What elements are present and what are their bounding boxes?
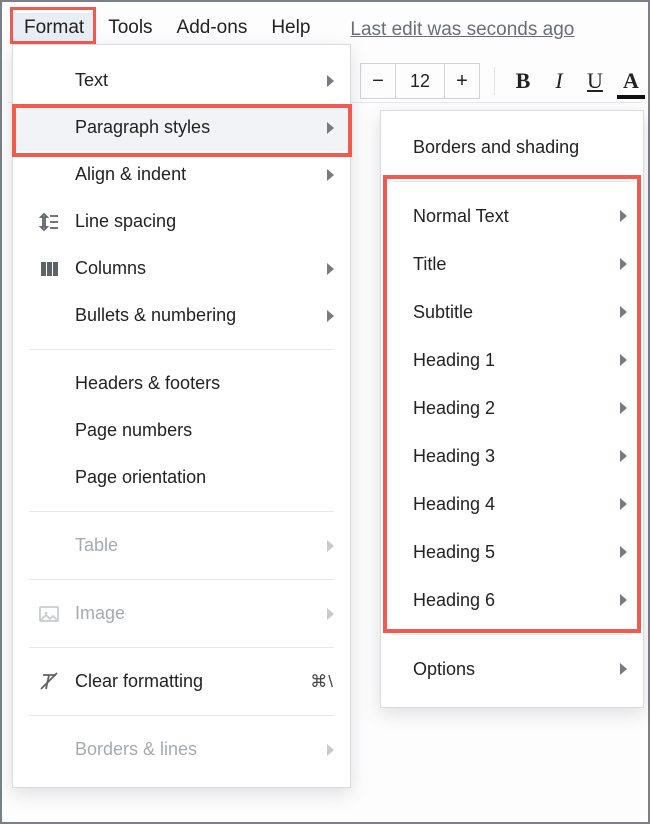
menu-item-table: Table [13,522,350,569]
menu-item-columns[interactable]: Columns [13,245,350,292]
submenu-item-heading-5[interactable]: Heading 5 [381,528,643,576]
submenu-item-label: Borders and shading [413,137,627,158]
chevron-right-icon [327,608,334,620]
chevron-right-icon [620,498,627,510]
chevron-right-icon [327,310,334,322]
menu-item-headers-footers[interactable]: Headers & footers [13,360,350,407]
menu-item-label: Table [75,535,327,556]
underline-button[interactable]: U [581,66,609,96]
menu-item-label: Text [75,70,327,91]
submenu-item-subtitle[interactable]: Subtitle [381,288,643,336]
bold-button[interactable]: B [509,66,537,96]
chevron-right-icon [327,744,334,756]
menu-item-paragraph-styles[interactable]: Paragraph styles [13,104,350,151]
menu-item-label: Page orientation [75,467,334,488]
chevron-right-icon [620,594,627,606]
chevron-right-icon [327,122,334,134]
columns-icon [37,257,61,281]
menu-separator [29,647,334,648]
menu-item-label: Paragraph styles [75,117,327,138]
menu-help[interactable]: Help [259,13,322,45]
menu-item-bullets-numbering[interactable]: Bullets & numbering [13,292,350,339]
menu-item-borders-lines: Borders & lines [13,726,350,773]
submenu-item-label: Title [413,254,620,275]
chevron-right-icon [620,354,627,366]
chevron-right-icon [327,263,334,275]
menu-item-text[interactable]: Text [13,57,350,104]
menu-item-shortcut: ⌘\ [310,672,334,692]
chevron-right-icon [327,169,334,181]
submenu-item-label: Heading 1 [413,350,620,371]
menu-separator [29,349,334,350]
chevron-right-icon [620,210,627,222]
font-size-spinner: − 12 + [360,63,480,99]
submenu-item-heading-3[interactable]: Heading 3 [381,432,643,480]
chevron-right-icon [620,402,627,414]
submenu-item-borders-shading[interactable]: Borders and shading [381,123,643,171]
submenu-item-label: Normal Text [413,206,620,227]
menu-item-label: Headers & footers [75,373,334,394]
submenu-item-heading-1[interactable]: Heading 1 [381,336,643,384]
menu-item-line-spacing[interactable]: Line spacing [13,198,350,245]
submenu-item-label: Subtitle [413,302,620,323]
submenu-item-heading-4[interactable]: Heading 4 [381,480,643,528]
italic-button[interactable]: I [545,66,573,96]
chevron-right-icon [620,306,627,318]
menu-separator [29,715,334,716]
menu-item-align-indent[interactable]: Align & indent [13,151,350,198]
menu-item-label: Columns [75,258,327,279]
paragraph-styles-submenu: Borders and shading Normal Text Title Su… [380,110,644,708]
menu-item-label: Page numbers [75,420,334,441]
line-spacing-icon [37,210,61,234]
menu-item-label: Align & indent [75,164,327,185]
chevron-right-icon [620,258,627,270]
menu-item-image: Image [13,590,350,637]
format-dropdown: Text Paragraph styles Align & indent Lin… [12,44,351,788]
menu-item-label: Clear formatting [75,671,310,692]
chevron-right-icon [327,75,334,87]
submenu-item-label: Options [413,659,620,680]
submenu-item-label: Heading 5 [413,542,620,563]
menu-item-page-orientation[interactable]: Page orientation [13,454,350,501]
menu-item-label: Image [75,603,327,624]
chevron-right-icon [620,663,627,675]
clear-formatting-icon [37,670,61,694]
submenu-item-label: Heading 2 [413,398,620,419]
submenu-item-options[interactable]: Options [381,645,643,693]
chevron-right-icon [620,450,627,462]
submenu-item-heading-6[interactable]: Heading 6 [381,576,643,624]
menu-separator [393,181,631,182]
submenu-item-label: Heading 6 [413,590,620,611]
submenu-item-normal-text[interactable]: Normal Text [381,192,643,240]
submenu-item-title[interactable]: Title [381,240,643,288]
chevron-right-icon [327,540,334,552]
last-edit-link[interactable]: Last edit was seconds ago [350,17,574,41]
submenu-item-label: Heading 4 [413,494,620,515]
menu-item-label: Bullets & numbering [75,305,327,326]
menu-item-page-numbers[interactable]: Page numbers [13,407,350,454]
font-size-decrease-button[interactable]: − [361,64,395,98]
font-size-input[interactable]: 12 [395,64,445,98]
menu-addons[interactable]: Add-ons [165,13,260,45]
text-color-button[interactable]: A [617,66,645,96]
menu-format[interactable]: Format [12,13,96,45]
menu-separator [29,511,334,512]
image-icon [37,602,61,626]
menu-tools[interactable]: Tools [96,13,164,45]
menubar: Format Tools Add-ons Help Last edit was … [12,14,638,44]
chevron-right-icon [620,546,627,558]
submenu-item-label: Heading 3 [413,446,620,467]
toolbar-separator [494,67,495,95]
toolbar: − 12 + B I U A [360,63,645,99]
font-size-increase-button[interactable]: + [445,64,479,98]
menu-item-label: Line spacing [75,211,334,232]
menu-separator [29,579,334,580]
submenu-item-heading-2[interactable]: Heading 2 [381,384,643,432]
menu-separator [393,634,631,635]
menu-item-clear-formatting[interactable]: Clear formatting ⌘\ [13,658,350,705]
menu-item-label: Borders & lines [75,739,327,760]
